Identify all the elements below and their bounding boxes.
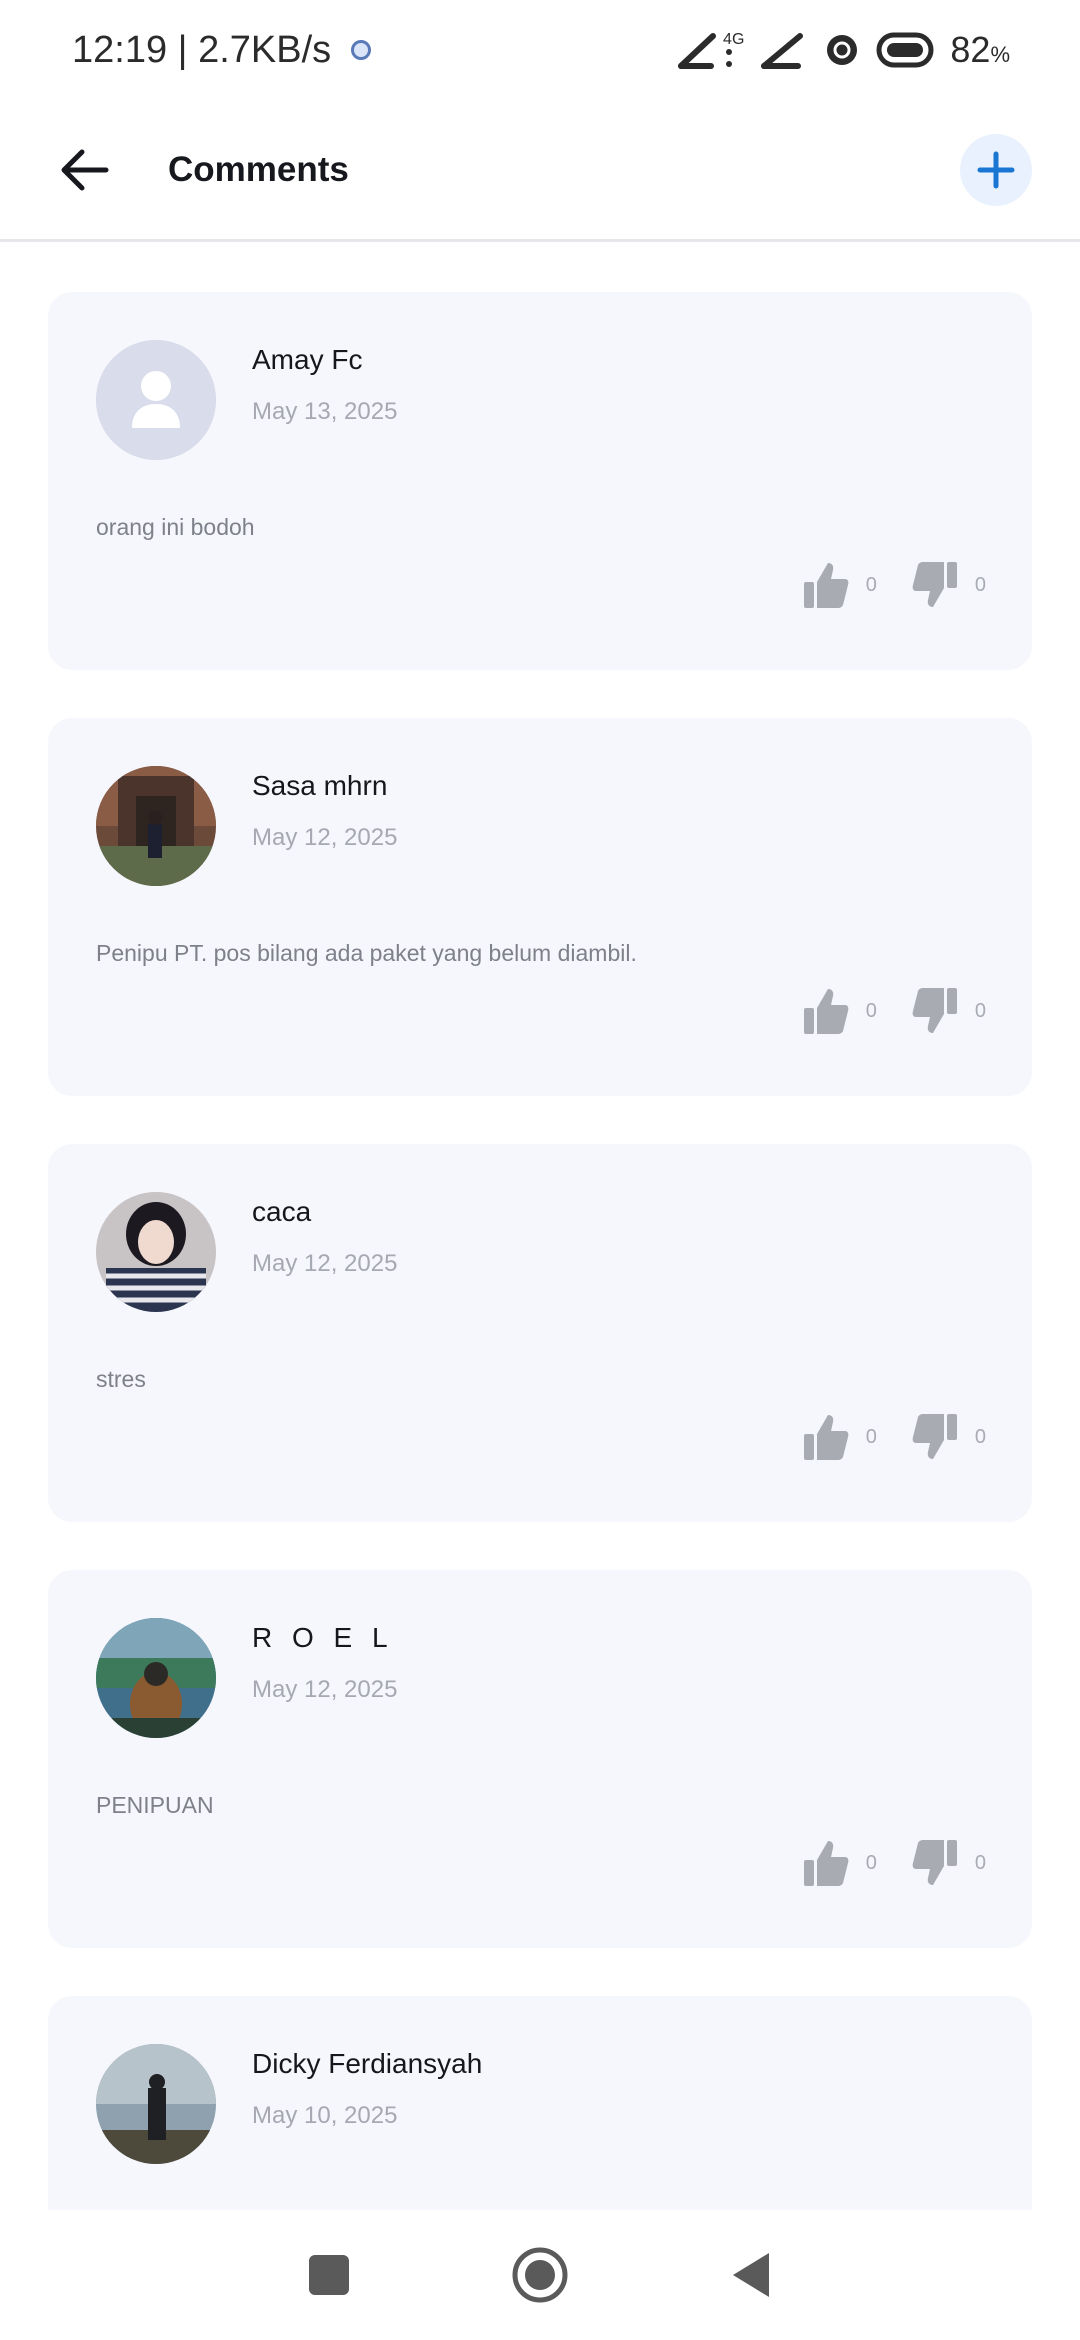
like-button[interactable]: 0: [802, 1838, 877, 1888]
comment-header: Sasa mhrn May 12, 2025: [96, 766, 984, 886]
comment-date: May 12, 2025: [252, 1676, 398, 1703]
comment-author[interactable]: R O E L: [252, 1622, 397, 1654]
signal-icon-2: [761, 33, 804, 69]
avatar[interactable]: [96, 1192, 216, 1312]
dislike-button[interactable]: 0: [911, 986, 986, 1036]
thumbs-up-icon: [803, 1841, 849, 1886]
like-count: 0: [865, 1425, 877, 1448]
comment-card: Amay Fc May 13, 2025 orang ini bodoh 0 0: [48, 292, 1032, 670]
comment-text: orang ini bodoh: [96, 514, 255, 540]
data-saver-icon: [827, 35, 858, 65]
avatar-photo: [96, 766, 216, 886]
like-button[interactable]: 0: [802, 560, 877, 610]
comment-header: caca May 12, 2025: [96, 1192, 984, 1312]
comment-meta: caca May 12, 2025: [252, 1192, 397, 1278]
vote-row: 0 0: [802, 1838, 986, 1888]
battery-unit: %: [990, 42, 1010, 67]
dislike-button[interactable]: 0: [911, 560, 986, 610]
dislike-button[interactable]: 0: [911, 1838, 986, 1888]
comment-meta: R O E L May 12, 2025: [252, 1618, 397, 1704]
vote-row: 0 0: [802, 986, 986, 1036]
comment-meta: Amay Fc May 13, 2025: [252, 340, 397, 426]
avatar-photo: [96, 1618, 216, 1738]
status-bar: 12:19 | 2.7KB/s 4G 82%: [0, 0, 1080, 100]
vote-row: 0 0: [802, 560, 986, 610]
home-circle-icon[interactable]: [511, 2246, 569, 2304]
vote-row: 0 0: [802, 1412, 986, 1462]
back-triangle-icon[interactable]: [729, 2250, 773, 2300]
like-count: 0: [865, 573, 877, 596]
comment-header: R O E L May 12, 2025: [96, 1618, 984, 1738]
page-title: Comments: [168, 149, 349, 189]
avatar[interactable]: [96, 766, 216, 886]
comment-card: R O E L May 12, 2025 PENIPUAN 0 0: [48, 1570, 1032, 1948]
comment-meta: Sasa mhrn May 12, 2025: [252, 766, 397, 852]
recents-square-icon[interactable]: [307, 2253, 351, 2297]
status-left: 12:19 | 2.7KB/s: [72, 28, 372, 72]
avatar-photo: [96, 2044, 216, 2164]
battery-value: 82: [950, 29, 991, 70]
thumbs-up-icon: [803, 989, 849, 1034]
thumbs-down-icon: [912, 1840, 957, 1885]
thumbs-up-icon: [803, 1415, 849, 1460]
like-button[interactable]: 0: [802, 986, 877, 1036]
system-nav-bar: [0, 2210, 1080, 2340]
dislike-count: 0: [974, 1425, 986, 1448]
app-bar: Comments: [0, 100, 1080, 242]
dislike-count: 0: [974, 573, 986, 596]
comment-text: stres: [96, 1366, 146, 1392]
comment-author[interactable]: Amay Fc: [252, 344, 397, 376]
dislike-count: 0: [974, 1851, 986, 1874]
avatar[interactable]: [96, 2044, 216, 2164]
thumbs-down-icon: [912, 988, 957, 1033]
status-time-speed: 12:19 | 2.7KB/s: [72, 28, 332, 71]
battery-icon: [876, 32, 934, 68]
comment-card: Dicky Ferdiansyah May 10, 2025: [48, 1996, 1032, 2210]
comment-author[interactable]: Dicky Ferdiansyah: [252, 2048, 482, 2080]
comment-date: May 10, 2025: [252, 2102, 398, 2129]
status-right: 4G 82%: [677, 29, 1010, 71]
thumbs-down-icon: [912, 562, 957, 607]
plus-icon: [977, 151, 1015, 188]
comment-meta: Dicky Ferdiansyah May 10, 2025: [252, 2044, 482, 2130]
like-button[interactable]: 0: [802, 1412, 877, 1462]
like-count: 0: [865, 1851, 877, 1874]
comment-card: caca May 12, 2025 stres 0 0: [48, 1144, 1032, 1522]
comment-card: Sasa mhrn May 12, 2025 Penipu PT. pos bi…: [48, 718, 1032, 1096]
back-button[interactable]: [56, 142, 112, 198]
like-count: 0: [865, 999, 877, 1022]
thumbs-up-icon: [803, 563, 849, 608]
avatar[interactable]: [96, 340, 216, 460]
arrow-left-icon: [61, 149, 109, 190]
settings-notification-icon: [351, 40, 372, 60]
dislike-button[interactable]: 0: [911, 1412, 986, 1462]
comment-date: May 13, 2025: [252, 398, 398, 425]
comment-header: Dicky Ferdiansyah May 10, 2025: [96, 2044, 984, 2164]
thumbs-down-icon: [912, 1414, 957, 1459]
battery-percent: 82%: [950, 29, 1010, 71]
comment-header: Amay Fc May 13, 2025: [96, 340, 984, 460]
comment-date: May 12, 2025: [252, 824, 398, 851]
comment-date: May 12, 2025: [252, 1250, 398, 1277]
add-comment-button[interactable]: [960, 133, 1032, 206]
avatar-photo: [96, 1192, 216, 1312]
dislike-count: 0: [974, 999, 986, 1022]
network-label: 4G: [723, 31, 745, 48]
comment-text: Penipu PT. pos bilang ada paket yang bel…: [96, 940, 637, 966]
avatar[interactable]: [96, 1618, 216, 1738]
comment-author[interactable]: caca: [252, 1196, 397, 1228]
comment-text: PENIPUAN: [96, 1792, 214, 1818]
comment-author[interactable]: Sasa mhrn: [252, 770, 397, 802]
comment-list[interactable]: Amay Fc May 13, 2025 orang ini bodoh 0 0: [48, 292, 1032, 2210]
default-person-icon: [96, 340, 216, 460]
